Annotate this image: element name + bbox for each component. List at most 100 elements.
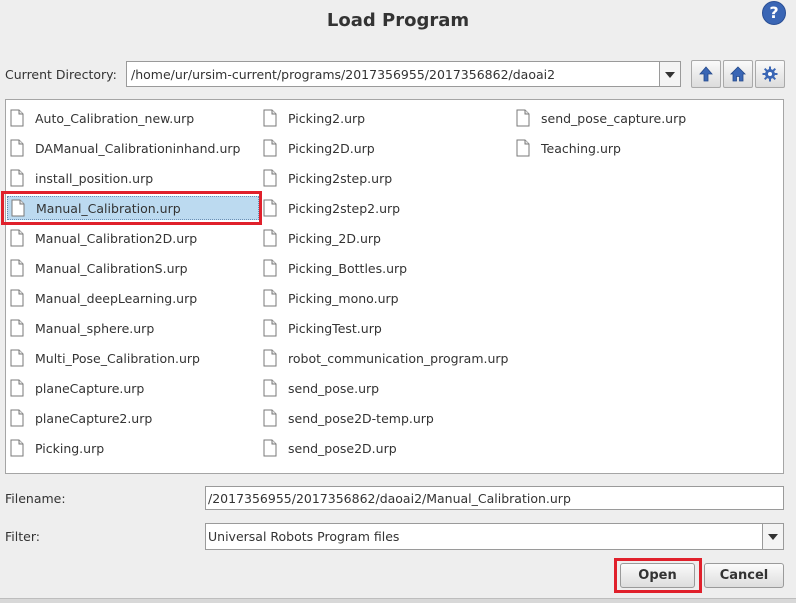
- file-item[interactable]: send_pose_capture.urp: [516, 106, 686, 130]
- document-icon: [263, 379, 277, 397]
- file-name: Picking_mono.urp: [288, 290, 399, 306]
- file-item[interactable]: Picking2.urp: [263, 106, 365, 130]
- file-item[interactable]: Picking2step2.urp: [263, 196, 400, 220]
- document-icon: [263, 169, 277, 187]
- document-icon: [263, 259, 277, 277]
- document-icon: [10, 289, 24, 307]
- filename-label: Filename:: [5, 491, 66, 506]
- file-item[interactable]: send_pose2D-temp.urp: [263, 406, 434, 430]
- current-directory-label: Current Directory:: [5, 67, 117, 82]
- settings-button[interactable]: [755, 60, 785, 88]
- file-name: Teaching.urp: [541, 140, 621, 156]
- filename-field[interactable]: /2017356955/2017356862/daoai2/Manual_Cal…: [205, 486, 784, 510]
- window-bottom-edge: [0, 598, 796, 603]
- dialog-title: Load Program: [326, 10, 470, 31]
- document-icon: [263, 439, 277, 457]
- document-icon: [263, 319, 277, 337]
- file-name: Picking2.urp: [288, 110, 366, 126]
- open-button[interactable]: Open: [620, 563, 695, 588]
- file-item[interactable]: Manual_CalibrationS.urp: [10, 256, 188, 280]
- file-name: DAManual_Calibrationinhand.urp: [35, 140, 241, 156]
- directory-path: /home/ur/ursim-current/programs/20173569…: [131, 67, 556, 82]
- filter-dropdown-button[interactable]: [762, 524, 783, 549]
- file-name: Manual_sphere.urp: [35, 320, 155, 336]
- file-name: Picking2step2.urp: [288, 200, 401, 216]
- file-item[interactable]: Picking2step.urp: [263, 166, 392, 190]
- file-name: Picking_Bottles.urp: [288, 260, 408, 276]
- document-icon: [10, 139, 24, 157]
- chevron-down-icon: [768, 534, 778, 540]
- document-icon: [10, 109, 24, 127]
- file-item[interactable]: planeCapture.urp: [10, 376, 144, 400]
- file-item[interactable]: install_position.urp: [10, 166, 153, 190]
- file-item[interactable]: Manual_Calibration.urp: [7, 196, 259, 220]
- file-name: Manual_deepLearning.urp: [35, 290, 198, 306]
- file-name: Picking2step.urp: [288, 170, 393, 186]
- document-icon: [263, 139, 277, 157]
- help-button[interactable]: ?: [762, 1, 786, 25]
- document-icon: [263, 109, 277, 127]
- file-item[interactable]: DAManual_Calibrationinhand.urp: [10, 136, 240, 160]
- file-name: Picking2D.urp: [288, 140, 375, 156]
- document-icon: [10, 409, 24, 427]
- document-icon: [263, 349, 277, 367]
- file-item[interactable]: Picking_Bottles.urp: [263, 256, 407, 280]
- file-item[interactable]: Teaching.urp: [516, 136, 621, 160]
- file-item[interactable]: send_pose2D.urp: [263, 436, 397, 460]
- file-name: PickingTest.urp: [288, 320, 382, 336]
- document-icon: [10, 319, 24, 337]
- file-item[interactable]: Manual_Calibration2D.urp: [10, 226, 197, 250]
- filename-value: /2017356955/2017356862/daoai2/Manual_Cal…: [208, 491, 571, 506]
- gear-icon: [762, 66, 778, 82]
- document-icon: [263, 409, 277, 427]
- file-item[interactable]: Picking.urp: [10, 436, 104, 460]
- file-name: planeCapture2.urp: [35, 410, 153, 426]
- file-item[interactable]: Picking_2D.urp: [263, 226, 381, 250]
- file-item[interactable]: PickingTest.urp: [263, 316, 382, 340]
- file-name: planeCapture.urp: [35, 380, 145, 396]
- file-name: Manual_Calibration.urp: [36, 200, 181, 216]
- up-directory-button[interactable]: [691, 60, 721, 88]
- cancel-button[interactable]: Cancel: [704, 563, 784, 588]
- document-icon: [516, 109, 530, 127]
- document-icon: [11, 199, 25, 217]
- file-name: send_pose_capture.urp: [541, 110, 687, 126]
- document-icon: [10, 379, 24, 397]
- file-item[interactable]: Picking2D.urp: [263, 136, 375, 160]
- home-icon: [730, 66, 746, 82]
- document-icon: [263, 289, 277, 307]
- filter-value: Universal Robots Program files: [208, 529, 400, 544]
- chevron-down-icon: [665, 72, 675, 78]
- document-icon: [516, 139, 530, 157]
- file-name: send_pose2D.urp: [288, 440, 397, 456]
- file-name: send_pose2D-temp.urp: [288, 410, 434, 426]
- file-item[interactable]: planeCapture2.urp: [10, 406, 152, 430]
- filter-select[interactable]: Universal Robots Program files: [205, 523, 784, 550]
- document-icon: [10, 259, 24, 277]
- file-name: Picking.urp: [35, 440, 105, 456]
- document-icon: [10, 229, 24, 247]
- directory-dropdown-button[interactable]: [659, 62, 680, 86]
- file-item[interactable]: Multi_Pose_Calibration.urp: [10, 346, 200, 370]
- file-item[interactable]: Manual_sphere.urp: [10, 316, 154, 340]
- file-item[interactable]: Manual_deepLearning.urp: [10, 286, 197, 310]
- document-icon: [263, 229, 277, 247]
- document-icon: [10, 439, 24, 457]
- file-item[interactable]: robot_communication_program.urp: [263, 346, 509, 370]
- file-name: install_position.urp: [35, 170, 154, 186]
- file-list[interactable]: Auto_Calibration_new.urp DAManual_Calibra…: [5, 99, 784, 474]
- file-item[interactable]: Auto_Calibration_new.urp: [10, 106, 194, 130]
- document-icon: [10, 169, 24, 187]
- file-name: send_pose.urp: [288, 380, 380, 396]
- file-item[interactable]: Picking_mono.urp: [263, 286, 399, 310]
- file-name: Manual_Calibration2D.urp: [35, 230, 198, 246]
- file-name: robot_communication_program.urp: [288, 350, 509, 366]
- document-icon: [263, 199, 277, 217]
- filter-label: Filter:: [5, 529, 40, 544]
- home-directory-button[interactable]: [723, 60, 753, 88]
- file-item[interactable]: send_pose.urp: [263, 376, 379, 400]
- file-name: Multi_Pose_Calibration.urp: [35, 350, 200, 366]
- file-name: Manual_CalibrationS.urp: [35, 260, 188, 276]
- directory-combo[interactable]: /home/ur/ursim-current/programs/20173569…: [126, 61, 681, 87]
- document-icon: [10, 349, 24, 367]
